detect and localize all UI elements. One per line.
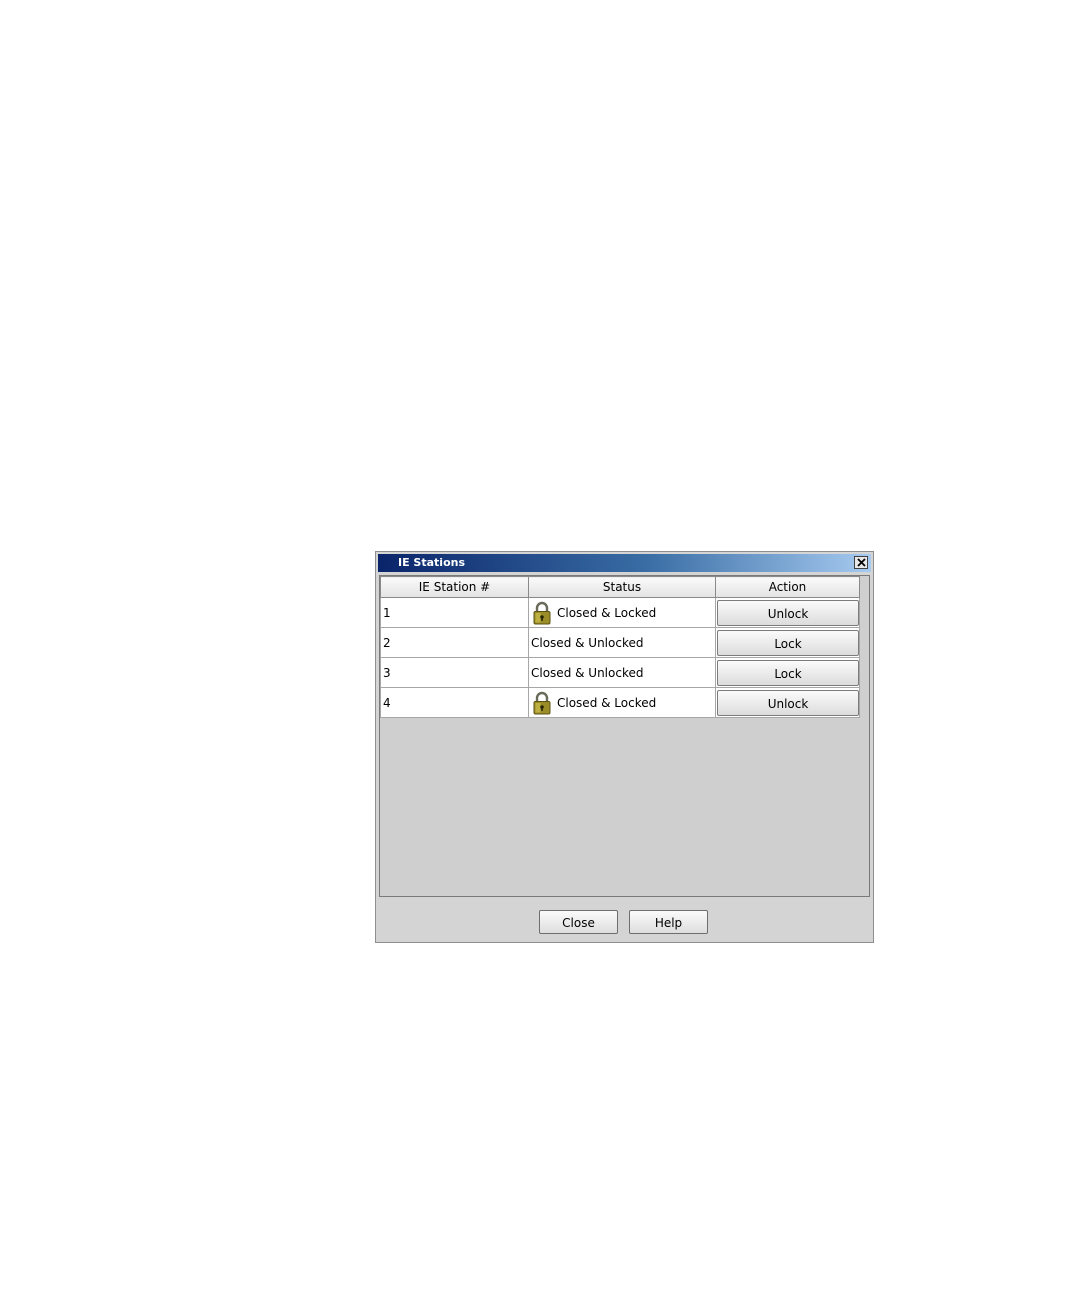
status-text: Closed & Locked xyxy=(557,695,657,710)
close-x-icon[interactable] xyxy=(854,556,868,569)
window-title: IE Stations xyxy=(398,556,466,569)
lock-button[interactable]: Lock xyxy=(717,630,859,656)
ie-stations-dialog: IE Stations IE Station # Status Action 1 xyxy=(375,551,874,943)
table-row: 2 Closed & Unlocked Lock xyxy=(380,627,860,658)
table-area: IE Station # Status Action 1 Closed & Lo… xyxy=(379,575,870,897)
padlock-icon xyxy=(533,601,551,624)
action-cell: Lock xyxy=(715,627,860,658)
status-text: Closed & Unlocked xyxy=(531,665,644,680)
close-button[interactable]: Close xyxy=(539,910,618,934)
column-header-station[interactable]: IE Station # xyxy=(380,576,529,598)
stations-table: IE Station # Status Action 1 Closed & Lo… xyxy=(380,576,860,718)
status-cell: Closed & Locked xyxy=(528,687,716,718)
padlock-icon xyxy=(533,691,551,714)
column-header-action[interactable]: Action xyxy=(715,576,860,598)
action-cell: Unlock xyxy=(715,687,860,718)
table-header-row: IE Station # Status Action xyxy=(380,576,860,598)
status-cell: Closed & Locked xyxy=(528,597,716,628)
station-number: 3 xyxy=(380,657,529,688)
table-row: 4 Closed & Locked Unlock xyxy=(380,687,860,718)
action-cell: Unlock xyxy=(715,597,860,628)
help-button[interactable]: Help xyxy=(629,910,708,934)
station-number: 4 xyxy=(380,687,529,718)
action-cell: Lock xyxy=(715,657,860,688)
title-bar[interactable]: IE Stations xyxy=(378,554,871,572)
station-number: 1 xyxy=(380,597,529,628)
status-text: Closed & Locked xyxy=(557,605,657,620)
status-cell: Closed & Unlocked xyxy=(528,657,716,688)
unlock-button[interactable]: Unlock xyxy=(717,600,859,626)
lock-button[interactable]: Lock xyxy=(717,660,859,686)
dialog-footer: Close Help xyxy=(376,897,873,942)
status-text: Closed & Unlocked xyxy=(531,635,644,650)
column-header-status[interactable]: Status xyxy=(528,576,716,598)
station-number: 2 xyxy=(380,627,529,658)
table-row: 3 Closed & Unlocked Lock xyxy=(380,657,860,688)
table-row: 1 Closed & Locked Unlock xyxy=(380,597,860,628)
status-cell: Closed & Unlocked xyxy=(528,627,716,658)
unlock-button[interactable]: Unlock xyxy=(717,690,859,716)
